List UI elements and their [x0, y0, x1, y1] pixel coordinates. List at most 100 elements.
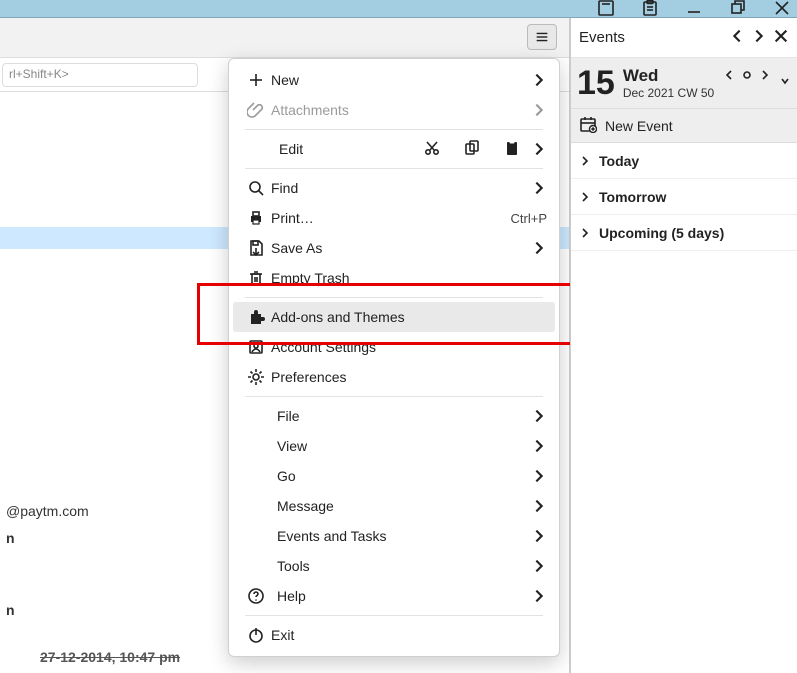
- menu-account-settings[interactable]: Account Settings: [233, 332, 555, 362]
- events-panel: Events 15 Wed Dec 2021 CW 50 New Event T…: [570, 18, 797, 673]
- menu-file-label: File: [271, 408, 531, 424]
- plus-icon: [241, 71, 271, 89]
- power-icon: [241, 626, 271, 644]
- separator: [245, 168, 543, 169]
- menu-preferences-label: Preferences: [271, 369, 547, 385]
- menu-saveas-label: Save As: [271, 240, 531, 256]
- section-upcoming[interactable]: Upcoming (5 days): [571, 215, 797, 251]
- section-upcoming-label: Upcoming (5 days): [599, 225, 724, 241]
- chevron-right-icon: [579, 191, 591, 203]
- chevron-right-icon: [531, 498, 547, 514]
- events-next-icon[interactable]: [751, 28, 767, 47]
- chevron-right-icon: [531, 528, 547, 544]
- menu-addons-themes[interactable]: Add-ons and Themes: [233, 302, 555, 332]
- menu-help[interactable]: Help: [233, 581, 555, 611]
- section-tomorrow[interactable]: Tomorrow: [571, 179, 797, 215]
- save-icon: [241, 239, 271, 257]
- chevron-right-icon: [531, 102, 547, 118]
- menu-tools-label: Tools: [271, 558, 531, 574]
- menu-go-label: Go: [271, 468, 531, 484]
- clipboard-icon[interactable]: [641, 0, 659, 17]
- paste-icon[interactable]: [503, 139, 521, 160]
- close-window-icon[interactable]: [773, 0, 791, 17]
- calculator-icon[interactable]: [597, 0, 615, 17]
- minimize-icon[interactable]: [685, 0, 703, 17]
- chevron-right-icon: [531, 180, 547, 196]
- menu-new[interactable]: New: [233, 65, 555, 95]
- menu-edit[interactable]: Edit: [233, 134, 555, 164]
- menu-tools[interactable]: Tools: [233, 551, 555, 581]
- menu-view[interactable]: View: [233, 431, 555, 461]
- chevron-right-icon: [531, 468, 547, 484]
- menu-exit[interactable]: Exit: [233, 620, 555, 650]
- cut-icon[interactable]: [423, 139, 441, 160]
- restore-icon[interactable]: [729, 0, 747, 17]
- date-next-icon[interactable]: [759, 68, 771, 84]
- menu-attachments: Attachments: [233, 95, 555, 125]
- separator: [245, 396, 543, 397]
- gear-icon: [241, 368, 271, 386]
- menu-find-label: Find: [271, 180, 531, 196]
- chevron-down-icon[interactable]: [779, 74, 791, 90]
- app-menu: New Attachments Edit Find Print… Ctrl+P …: [228, 58, 560, 657]
- trash-icon: [241, 269, 271, 287]
- app-menu-button[interactable]: [527, 24, 557, 50]
- menu-go[interactable]: Go: [233, 461, 555, 491]
- preview-line-1: n: [6, 525, 180, 552]
- calendar-add-icon: [579, 115, 597, 136]
- menu-print[interactable]: Print… Ctrl+P: [233, 203, 555, 233]
- menu-preferences[interactable]: Preferences: [233, 362, 555, 392]
- menu-events-tasks[interactable]: Events and Tasks: [233, 521, 555, 551]
- chevron-right-icon: [531, 408, 547, 424]
- menu-file[interactable]: File: [233, 401, 555, 431]
- search-input[interactable]: rl+Shift+K>: [2, 63, 198, 87]
- menu-message[interactable]: Message: [233, 491, 555, 521]
- printer-icon: [241, 209, 271, 227]
- menu-help-label: Help: [271, 588, 531, 604]
- menu-addons-label: Add-ons and Themes: [271, 309, 547, 325]
- date-block: 15 Wed Dec 2021 CW 50: [571, 58, 797, 109]
- toolbar: [0, 18, 569, 58]
- menu-edit-label: Edit: [271, 141, 423, 157]
- separator: [245, 297, 543, 298]
- events-title: Events: [579, 29, 723, 46]
- separator: [245, 129, 543, 130]
- menu-print-label: Print…: [271, 210, 511, 226]
- menu-view-label: View: [271, 438, 531, 454]
- date-sub: Dec 2021 CW 50: [623, 86, 714, 100]
- help-icon: [241, 587, 271, 605]
- section-today[interactable]: Today: [571, 143, 797, 179]
- menu-new-label: New: [271, 72, 531, 88]
- chevron-right-icon: [531, 72, 547, 88]
- message-preview: @paytm.com n n 27-12-2014, 10:47 pm: [6, 498, 180, 670]
- separator: [245, 615, 543, 616]
- chevron-right-icon: [531, 558, 547, 574]
- copy-icon[interactable]: [463, 139, 481, 160]
- menu-attachments-label: Attachments: [271, 102, 531, 118]
- chevron-right-icon: [579, 227, 591, 239]
- chevron-right-icon: [531, 141, 547, 157]
- menu-message-label: Message: [271, 498, 531, 514]
- menu-empty-trash-label: Empty Trash: [271, 270, 547, 286]
- events-prev-icon[interactable]: [729, 28, 745, 47]
- menu-find[interactable]: Find: [233, 173, 555, 203]
- new-event-label: New Event: [605, 118, 673, 134]
- chevron-right-icon: [531, 438, 547, 454]
- puzzle-icon: [241, 308, 271, 326]
- menu-save-as[interactable]: Save As: [233, 233, 555, 263]
- date-today-icon[interactable]: [741, 68, 753, 84]
- events-close-icon[interactable]: [773, 28, 789, 47]
- account-icon: [241, 338, 271, 356]
- chevron-right-icon: [579, 155, 591, 167]
- paperclip-icon: [241, 101, 271, 119]
- events-header: Events: [571, 18, 797, 58]
- menu-account-settings-label: Account Settings: [271, 339, 547, 355]
- title-bar: [0, 0, 797, 18]
- chevron-right-icon: [531, 588, 547, 604]
- date-prev-icon[interactable]: [723, 68, 735, 84]
- chevron-right-icon: [531, 240, 547, 256]
- new-event-button[interactable]: New Event: [571, 109, 797, 143]
- preview-date: 27-12-2014, 10:47 pm: [40, 644, 180, 671]
- menu-empty-trash[interactable]: Empty Trash: [233, 263, 555, 293]
- preview-line-2: n: [6, 597, 180, 624]
